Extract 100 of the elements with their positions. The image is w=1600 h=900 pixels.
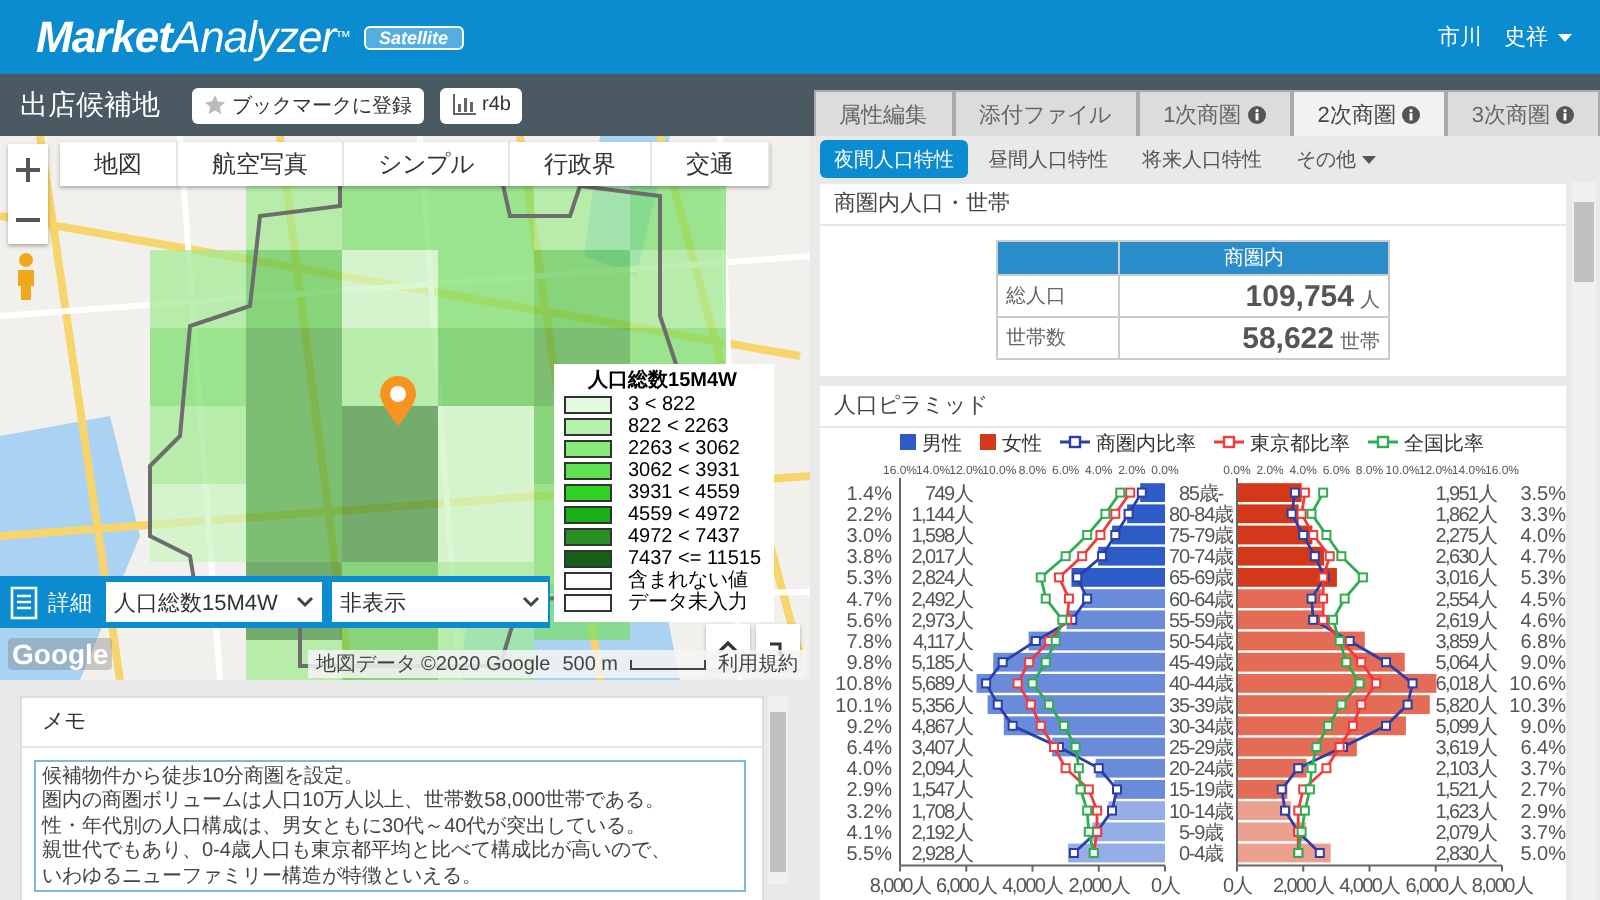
map-type-button[interactable]: 交通: [652, 142, 770, 186]
layer-dropdown[interactable]: 人口総数15M4W: [106, 582, 322, 622]
map-pin-icon[interactable]: [380, 376, 416, 426]
percentage-label: 9.0%: [1520, 716, 1566, 739]
count-label: 2,830人: [1435, 844, 1496, 866]
count-label: 1,144人: [911, 504, 972, 527]
percentage-label: 9.2%: [846, 716, 892, 739]
toolbar-button[interactable]: r4b: [440, 87, 523, 123]
age-label: 25-29歳: [1169, 738, 1233, 760]
map-type-button[interactable]: 航空写真: [178, 142, 344, 186]
percentage-label: 3.8%: [846, 547, 892, 570]
percentage-label: 4.0%: [846, 759, 892, 782]
point: [1381, 720, 1392, 731]
point: [1007, 720, 1018, 731]
user-menu[interactable]: 市川 史祥: [1438, 22, 1572, 52]
percentage-label: 4.7%: [846, 589, 892, 612]
count-label: 1,951人: [1435, 483, 1496, 506]
point: [1299, 805, 1310, 816]
point: [1314, 848, 1325, 858]
terms-link[interactable]: 利用規約: [718, 650, 798, 678]
percentage-label: 10.6%: [1509, 674, 1566, 697]
legend-title: 人口総数15M4W: [585, 370, 739, 394]
tab[interactable]: 3次商圏: [1445, 90, 1600, 136]
map-attribution: 地図データ ©2020 Google: [315, 651, 551, 678]
age-label: 80-84歳: [1169, 504, 1233, 527]
tab[interactable]: 添付ファイル: [953, 90, 1138, 136]
count-label: 6,018人: [1435, 674, 1496, 697]
point: [1298, 530, 1309, 540]
point: [1093, 763, 1104, 774]
column-header: 商圏内: [1119, 241, 1389, 275]
count-label: 1,598人: [911, 526, 972, 548]
tab[interactable]: 属性編集: [813, 90, 954, 136]
percentage-label: 5.5%: [846, 844, 892, 866]
chart-icon: [452, 94, 476, 116]
axis-tick-label: 0人: [1223, 875, 1251, 898]
point: [1309, 551, 1320, 562]
percentage-label: 3.3%: [1520, 504, 1566, 527]
point: [1296, 508, 1307, 519]
count-label: 2,554人: [1435, 589, 1496, 612]
zoom-out-button[interactable]: [8, 194, 48, 244]
age-label: 85歳-: [1178, 483, 1224, 506]
age-label: 40-44歳: [1169, 674, 1233, 697]
point: [1336, 551, 1347, 562]
tab[interactable]: 2次商圏: [1291, 90, 1446, 136]
point: [1125, 487, 1136, 498]
axis-tick-label: 8,000人: [869, 875, 931, 898]
count-label: 4,867人: [911, 716, 972, 739]
subtab[interactable]: その他: [1282, 140, 1390, 178]
map-type-button[interactable]: 行政界: [510, 142, 652, 186]
page-title: 出店候補地: [20, 87, 160, 123]
caret-icon: [1558, 33, 1572, 41]
point: [1030, 636, 1041, 646]
axis-tick-label: 6,000人: [936, 875, 997, 898]
axis-tick-label: 0人: [1151, 875, 1179, 898]
map-type-button[interactable]: シンプル: [344, 142, 510, 186]
tab[interactable]: 1次商圏: [1137, 90, 1292, 136]
legend-label: 822 < 2263: [628, 416, 729, 438]
count-label: 2,619人: [1435, 610, 1496, 633]
point: [1049, 742, 1060, 752]
count-label: 3,016人: [1435, 568, 1496, 591]
point: [1024, 657, 1035, 668]
point: [1068, 848, 1079, 858]
app-logo: MarketAnalyzer: [36, 11, 336, 63]
count-label: 2,824人: [911, 568, 972, 591]
percentage-label: 3.7%: [1520, 822, 1566, 845]
percentage-label: 6.4%: [846, 738, 892, 760]
point: [1054, 572, 1064, 583]
card-title: 商圏内人口・世帯: [820, 184, 1566, 226]
subtab[interactable]: 夜間人口特性: [820, 140, 968, 178]
percentage-label: 5.3%: [1520, 568, 1566, 591]
percentage-label: 4.6%: [1520, 610, 1566, 633]
zoom-in-button[interactable]: [8, 144, 48, 194]
map-type-button[interactable]: 地図: [60, 142, 178, 186]
memo-field[interactable]: 候補物件から徒歩10分商圏を設定。 圏内の商圏ボリュームは人口10万人以上、世帯数58,000世帯である。 性・年代別の人口構成は、男女ともに30代～40代が突出している。 親世代でもあり、0-4歳人口も東京都平均と比べて構成比が高いので、 いわゆるニューファミリー構造が特徴といえる。: [34, 760, 746, 892]
plus-icon: [16, 157, 40, 181]
point: [1304, 784, 1315, 795]
age-label: 50-54歳: [1169, 632, 1233, 654]
percentage-label: 3.0%: [846, 526, 892, 548]
point: [1083, 826, 1094, 837]
count-label: 5,185人: [911, 653, 972, 676]
subtab[interactable]: 将来人口特性: [1128, 140, 1276, 178]
overlay-dropdown[interactable]: 非表示: [332, 582, 548, 622]
axis-tick-label: 2,000人: [1068, 875, 1129, 898]
memo-line: 親世代でもあり、0-4歳人口も東京都平均と比べて構成比が高いので、: [42, 840, 671, 865]
age-label: 35-39歳: [1169, 695, 1233, 718]
percentage-label: 10.1%: [835, 695, 892, 718]
subtab[interactable]: 昼間人口特性: [974, 140, 1122, 178]
point: [1110, 530, 1121, 540]
point: [1040, 657, 1051, 668]
minus-icon: [16, 217, 40, 221]
count-label: 1,623人: [1435, 801, 1496, 824]
percentage-label: 9.8%: [846, 653, 892, 676]
trademark-sign: ™: [335, 27, 352, 45]
scrollbar[interactable]: [768, 696, 788, 884]
percentage-label: 1.4%: [846, 483, 892, 506]
age-label: 0-4歳: [1178, 844, 1224, 866]
legend-label: 3 < 822: [628, 394, 696, 416]
point: [1306, 763, 1317, 774]
toolbar-button[interactable]: ブックマークに登録: [192, 87, 424, 123]
scrollbar[interactable]: [1572, 182, 1596, 900]
